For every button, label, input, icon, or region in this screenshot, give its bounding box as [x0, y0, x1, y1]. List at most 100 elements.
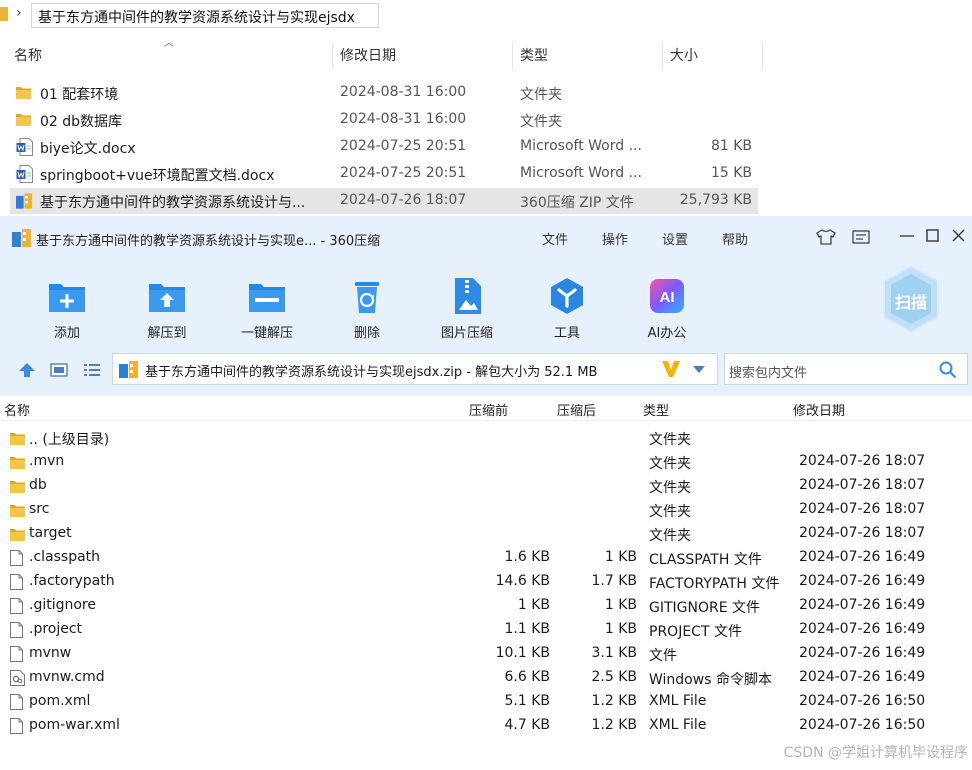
skin-shirt-icon[interactable] — [816, 229, 836, 245]
entry-modified: 2024-07-26 18:07 — [799, 477, 926, 493]
file-size: 25,793 KB — [679, 192, 752, 208]
list-item[interactable]: .project 1.1 KB 1 KB PROJECT 文件 2024-07-26 1… — [0, 618, 972, 642]
extract-to-button[interactable]: 解压到 — [132, 262, 202, 342]
menu-file[interactable]: 文件 — [542, 229, 568, 248]
size-after: 3.1 KB — [591, 645, 638, 661]
address-bar: › 基于东方通中间件的教学资源系统设计与实现ejsdx — [0, 0, 972, 32]
entry-modified: 2024-07-26 16:50 — [799, 693, 926, 709]
list-item[interactable]: target 文件夹 2024-07-26 18:07 — [0, 522, 972, 546]
tools-button[interactable]: 工具 — [532, 262, 602, 342]
extract-folder-icon — [149, 284, 185, 312]
search-icon[interactable] — [939, 361, 957, 379]
entry-name: mvnw — [29, 645, 72, 661]
list-item[interactable]: mvnw 10.1 KB 3.1 KB 文件 2024-07-26 16:49 — [0, 642, 972, 666]
size-after: 1.7 KB — [591, 573, 638, 589]
column-header-type[interactable]: 类型 — [643, 400, 669, 419]
archive-search-box[interactable]: 搜索包内文件 — [724, 353, 968, 385]
address-path: 基于东方通中间件的教学资源系统设计与实现ejsdx — [38, 10, 355, 26]
list-item[interactable]: pom-war.xml 4.7 KB 1.2 KB XML File 2024-07-2… — [0, 714, 972, 738]
one-click-extract-button[interactable]: 一键解压 — [232, 262, 302, 342]
entry-type: PROJECT 文件 — [649, 624, 742, 640]
feedback-icon[interactable] — [852, 230, 870, 244]
chevron-right-icon[interactable]: › — [16, 5, 22, 21]
scan-button[interactable]: 扫描 — [880, 264, 942, 334]
column-header-size[interactable]: 大小 — [670, 42, 698, 72]
column-header-name[interactable]: 名称 — [4, 400, 30, 419]
list-view-icon[interactable] — [83, 363, 101, 377]
entry-modified: 2024-07-26 16:49 — [799, 645, 926, 661]
list-item[interactable]: .classpath 1.6 KB 1 KB CLASSPATH 文件 2024-07-… — [0, 546, 972, 570]
folder-icon — [10, 481, 25, 493]
file-size: 15 KB — [710, 165, 752, 181]
entry-name: .gitignore — [29, 597, 96, 613]
archive-path-box[interactable]: 基于东方通中间件的教学资源系统设计与实现ejsdx.zip - 解包大小为 52… — [112, 353, 718, 385]
list-item[interactable]: src 文件夹 2024-07-26 18:07 — [0, 498, 972, 522]
list-item[interactable]: .factorypath 14.6 KB 1.7 KB FACTORYPATH 文件 2… — [0, 570, 972, 594]
entry-type: Windows 命令脚本 — [649, 672, 772, 688]
column-divider[interactable] — [332, 42, 333, 70]
chevron-down-icon[interactable] — [693, 366, 705, 374]
entry-name: mvnw.cmd — [29, 669, 105, 685]
entry-name: .project — [29, 621, 83, 637]
size-before: 1.1 KB — [504, 621, 551, 637]
file-size: 81 KB — [710, 138, 752, 154]
thumbnail-view-icon[interactable] — [50, 363, 68, 377]
column-divider[interactable] — [762, 42, 763, 70]
folder-icon — [10, 433, 25, 445]
entry-modified: 2024-07-26 16:49 — [799, 597, 926, 613]
menu-operation[interactable]: 操作 — [602, 229, 628, 248]
table-row[interactable]: 01 配套环境 2024-08-31 16:00 文件夹 — [10, 80, 758, 106]
entry-type: 文件夹 — [649, 480, 691, 496]
list-item[interactable]: pom.xml 5.1 KB 1.2 KB XML File 2024-07-26 16… — [0, 690, 972, 714]
close-icon[interactable] — [952, 229, 965, 242]
column-divider[interactable] — [512, 42, 513, 70]
menu-settings[interactable]: 设置 — [662, 229, 688, 248]
list-item[interactable]: mvnw.cmd 6.6 KB 2.5 KB Windows 命令脚本 2024-07-… — [0, 666, 972, 690]
v-badge-icon[interactable] — [661, 360, 681, 378]
modified-date: 2024-07-25 20:51 — [340, 165, 467, 181]
list-item[interactable]: .gitignore 1 KB 1 KB GITIGNORE 文件 2024-07-26… — [0, 594, 972, 618]
maximize-icon[interactable] — [926, 229, 939, 242]
column-header-type[interactable]: 类型 — [520, 42, 548, 72]
entry-name: .factorypath — [29, 573, 115, 589]
window-title: 基于东方通中间件的教学资源系统设计与实现e... - 360压缩 — [36, 234, 381, 249]
menu-help[interactable]: 帮助 — [722, 229, 748, 248]
size-before: 14.6 KB — [495, 573, 550, 589]
entry-name: .. (上级目录) — [29, 432, 110, 448]
add-button[interactable]: 添加 — [32, 262, 102, 342]
entry-type: FACTORYPATH 文件 — [649, 576, 780, 592]
list-item[interactable]: .mvn 文件夹 2024-07-26 18:07 — [0, 450, 972, 474]
column-header-modified[interactable]: 修改日期 — [340, 42, 396, 72]
size-before: 1 KB — [517, 597, 550, 613]
up-arrow-icon[interactable] — [18, 362, 36, 378]
entry-modified: 2024-07-26 16:49 — [799, 669, 926, 685]
size-after: 1.2 KB — [591, 693, 638, 709]
entry-type: GITIGNORE 文件 — [649, 600, 761, 616]
minimize-icon[interactable] — [900, 234, 914, 238]
list-item[interactable]: .. (上级目录) 文件夹 — [0, 426, 972, 450]
search-input[interactable]: 搜索包内文件 — [729, 362, 807, 381]
table-row[interactable]: springboot+vue环境配置文档.docx 2024-07-25 20:5… — [10, 161, 758, 187]
table-row[interactable]: 基于东方通中间件的教学资源系统设计与... 2024-07-26 18:07 360… — [10, 188, 758, 214]
folder-icon — [10, 505, 25, 517]
entry-name: src — [29, 501, 50, 517]
column-divider[interactable] — [662, 42, 663, 70]
file-icon — [10, 646, 23, 662]
column-header-modified[interactable]: 修改日期 — [793, 400, 845, 419]
ai-office-button[interactable]: AI AI办公 — [632, 262, 702, 342]
folder-icon — [0, 7, 8, 21]
address-path-box[interactable]: 基于东方通中间件的教学资源系统设计与实现ejsdx — [31, 3, 379, 28]
delete-button[interactable]: 删除 — [332, 262, 402, 342]
entry-type: XML File — [649, 693, 707, 709]
image-compress-button[interactable]: 图片压缩 — [432, 262, 502, 342]
table-row[interactable]: 02 db数据库 2024-08-31 16:00 文件夹 — [10, 107, 758, 133]
column-header-compressed-before[interactable]: 压缩前 — [469, 400, 508, 419]
word-doc-icon — [16, 138, 33, 156]
entry-type: 文件夹 — [649, 504, 691, 520]
column-header-name[interactable]: 名称 — [14, 42, 42, 72]
list-item[interactable]: db 文件夹 2024-07-26 18:07 — [0, 474, 972, 498]
table-row[interactable]: biye论文.docx 2024-07-25 20:51 Microsoft Wor… — [10, 134, 758, 160]
file-icon — [10, 694, 23, 710]
entry-modified: 2024-07-26 16:49 — [799, 621, 926, 637]
column-header-compressed-after[interactable]: 压缩后 — [557, 400, 596, 419]
